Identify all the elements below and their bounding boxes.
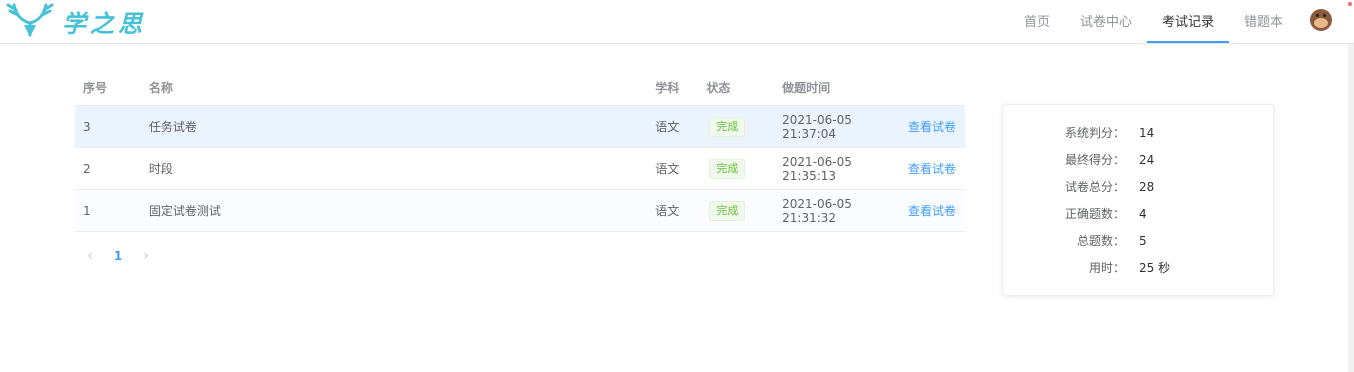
top-bar: 学之思 首页 试卷中心 考试记录 错题本 bbox=[0, 0, 1354, 44]
view-paper-link[interactable]: 查看试卷 bbox=[908, 120, 956, 134]
stat-row-final-score: 最终得分： 24 bbox=[1003, 146, 1273, 173]
stat-value: 25 秒 bbox=[1139, 261, 1171, 275]
deer-logo-icon bbox=[6, 3, 54, 37]
stat-label: 总题数： bbox=[1076, 234, 1125, 248]
col-header-status: 状态 bbox=[706, 81, 731, 95]
stat-row-time-used: 用时： 25 秒 bbox=[1003, 254, 1273, 281]
stat-label: 用时： bbox=[1088, 261, 1125, 275]
row-time: 2021-06-05 21:31:32 bbox=[782, 196, 852, 225]
row-name: 固定试卷测试 bbox=[148, 204, 221, 218]
view-paper-link[interactable]: 查看试卷 bbox=[908, 162, 956, 176]
score-summary-card: 系统判分： 14 最终得分： 24 试卷总分： 28 正确题数： 4 总题数： … bbox=[1002, 104, 1274, 296]
col-header-subject: 学科 bbox=[655, 81, 680, 95]
row-number: 1 bbox=[83, 203, 91, 218]
row-number: 2 bbox=[83, 161, 91, 176]
chevron-right-icon[interactable]: › bbox=[136, 248, 156, 264]
table-row[interactable]: 3 任务试卷 语文 完成 2021-06-05 21:37:04 查看试卷 bbox=[75, 106, 965, 148]
pagination: ‹ 1 › bbox=[80, 248, 156, 264]
table-row[interactable]: 1 固定试卷测试 语文 完成 2021-06-05 21:31:32 查看试卷 bbox=[75, 190, 965, 232]
nav-home[interactable]: 首页 bbox=[1009, 0, 1065, 43]
row-subject: 语文 bbox=[655, 162, 680, 176]
col-header-number: 序号 bbox=[83, 81, 108, 95]
table-header: 序号 名称 学科 状态 做题时间 bbox=[75, 70, 965, 106]
col-header-name: 名称 bbox=[148, 81, 173, 95]
stat-value: 28 bbox=[1139, 179, 1155, 194]
stat-label: 正确题数： bbox=[1064, 207, 1125, 221]
status-badge: 完成 bbox=[709, 158, 746, 179]
row-name: 时段 bbox=[148, 162, 173, 176]
row-subject: 语文 bbox=[655, 204, 680, 218]
table-row[interactable]: 2 时段 语文 完成 2021-06-05 21:35:13 查看试卷 bbox=[75, 148, 965, 190]
row-time: 2021-06-05 21:37:04 bbox=[782, 112, 852, 141]
main-nav: 首页 试卷中心 考试记录 错题本 bbox=[1009, 0, 1354, 43]
stat-label: 系统判分： bbox=[1064, 126, 1125, 140]
row-subject: 语文 bbox=[655, 120, 680, 134]
stat-label: 最终得分： bbox=[1064, 153, 1125, 167]
stat-row-total-score: 试卷总分： 28 bbox=[1003, 173, 1273, 200]
stat-value: 5 bbox=[1139, 233, 1147, 248]
stat-row-system-score: 系统判分： 14 bbox=[1003, 119, 1273, 146]
stat-row-correct-count: 正确题数： 4 bbox=[1003, 200, 1273, 227]
exam-records-table: 序号 名称 学科 状态 做题时间 3 任务试卷 语文 完成 2021-06-05… bbox=[75, 70, 965, 232]
status-badge: 完成 bbox=[709, 200, 746, 221]
chevron-left-icon[interactable]: ‹ bbox=[80, 248, 100, 264]
view-paper-link[interactable]: 查看试卷 bbox=[908, 204, 956, 218]
row-time: 2021-06-05 21:35:13 bbox=[782, 154, 852, 183]
stat-value: 14 bbox=[1139, 125, 1155, 140]
stat-row-question-count: 总题数： 5 bbox=[1003, 227, 1273, 254]
status-badge: 完成 bbox=[709, 116, 746, 137]
nav-paper-center[interactable]: 试卷中心 bbox=[1065, 0, 1147, 43]
stat-value: 24 bbox=[1139, 152, 1155, 167]
nav-wrong-questions[interactable]: 错题本 bbox=[1229, 0, 1298, 43]
notification-dot bbox=[1348, 2, 1352, 6]
row-number: 3 bbox=[83, 119, 91, 134]
page-number[interactable]: 1 bbox=[100, 249, 136, 263]
logo-text: 学之思 bbox=[62, 8, 146, 38]
stat-value: 4 bbox=[1139, 206, 1147, 221]
stat-label: 试卷总分： bbox=[1064, 180, 1125, 194]
row-name: 任务试卷 bbox=[148, 120, 197, 134]
page-scrollbar[interactable] bbox=[1348, 44, 1354, 372]
nav-exam-records[interactable]: 考试记录 bbox=[1146, 0, 1229, 43]
user-avatar[interactable] bbox=[1310, 9, 1332, 31]
logo[interactable]: 学之思 bbox=[4, 0, 146, 42]
col-header-time: 做题时间 bbox=[782, 81, 831, 95]
